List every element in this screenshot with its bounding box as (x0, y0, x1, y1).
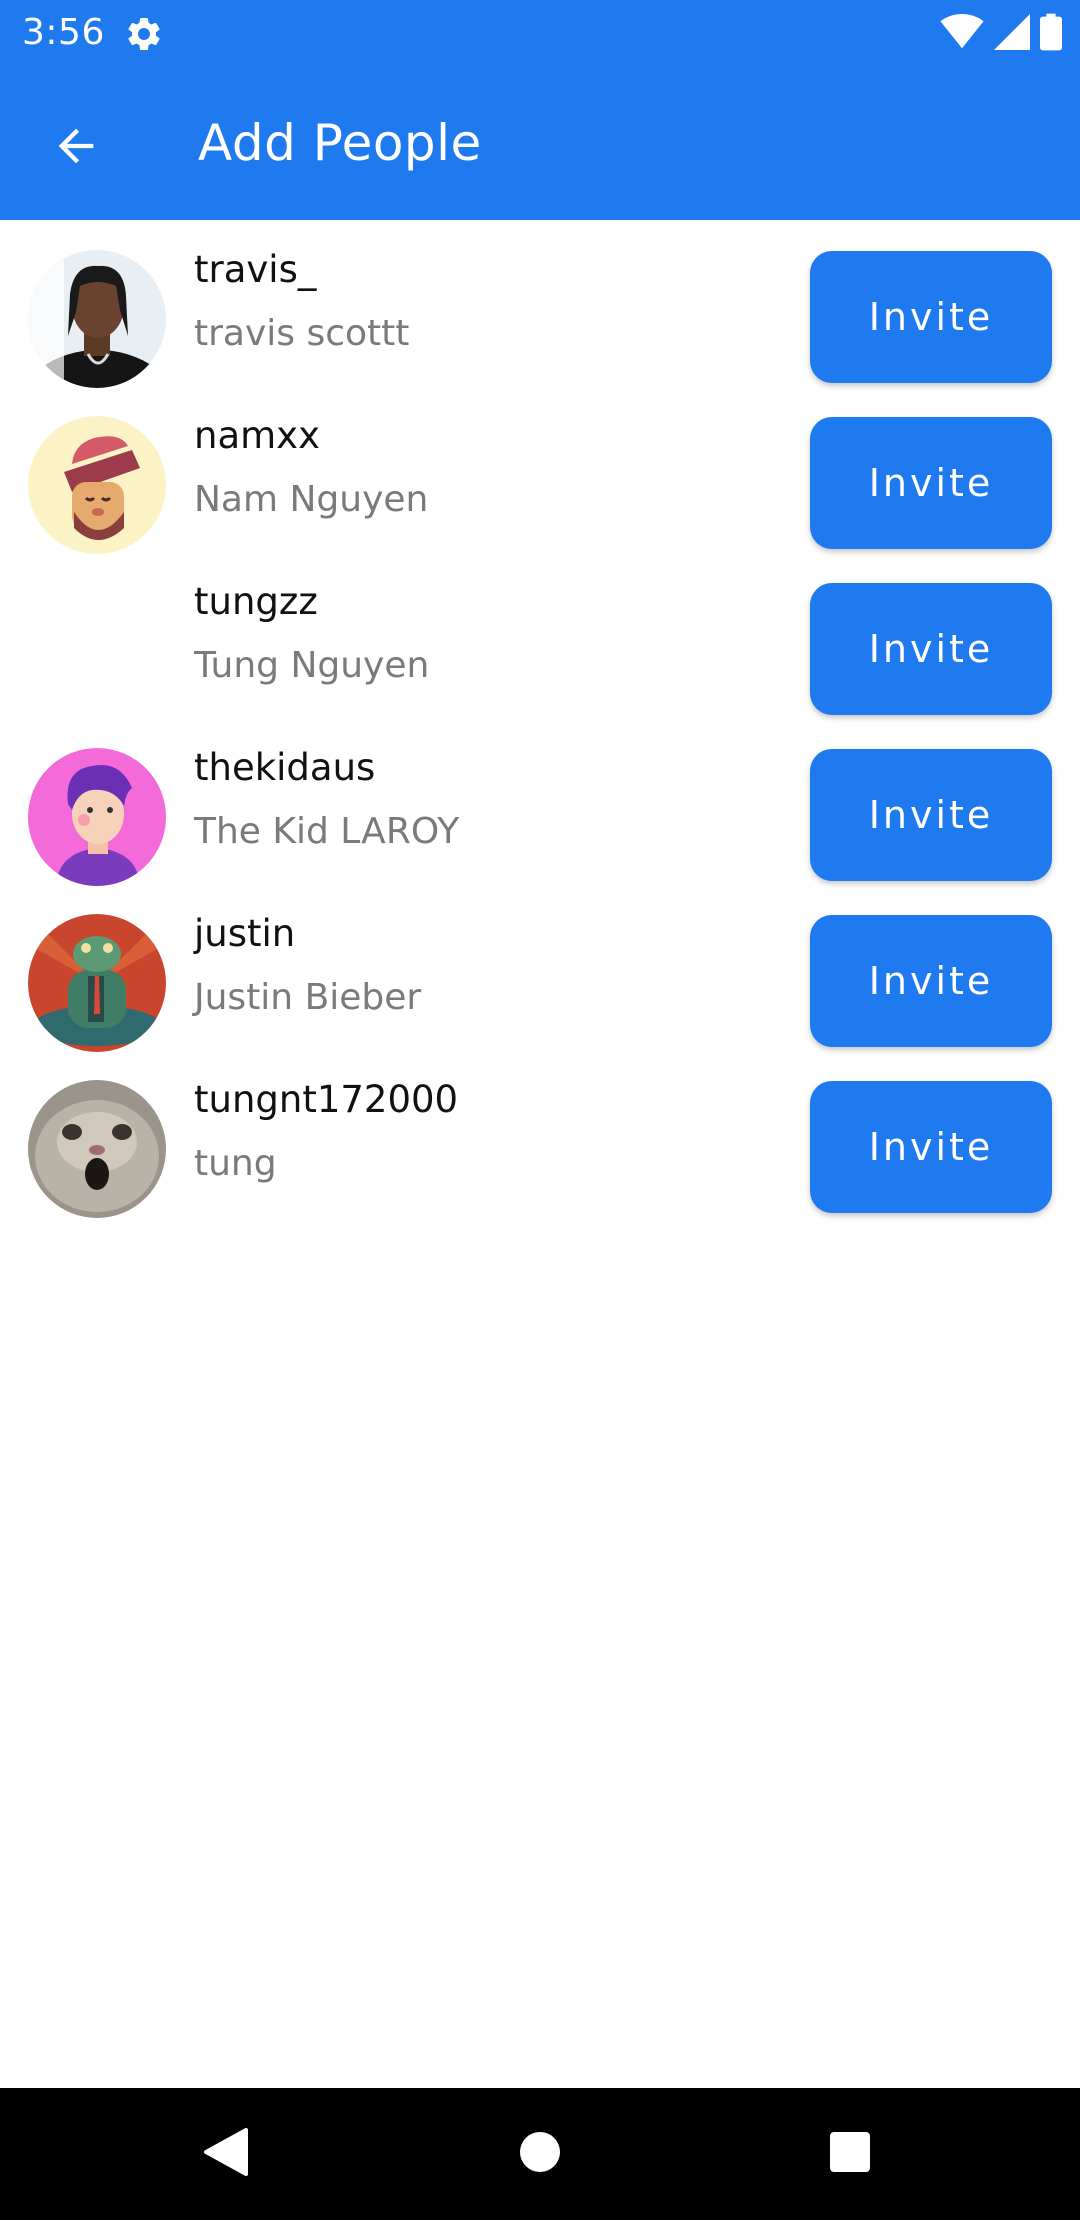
full-name: The Kid LAROY (194, 811, 460, 852)
add-people-screen: 3:56 Add People travis_ travis scottt In… (0, 0, 1080, 2220)
status-bar: 3:56 (0, 0, 1080, 66)
avatar (28, 748, 166, 886)
full-name: Nam Nguyen (194, 479, 429, 520)
gear-icon (124, 14, 164, 54)
list-item: tungzz Tung Nguyen Invite (0, 552, 1080, 718)
username: namxx (194, 414, 320, 457)
wifi-icon (940, 14, 984, 54)
back-button[interactable] (40, 112, 112, 184)
full-name: Tung Nguyen (194, 645, 430, 686)
invite-button[interactable]: Invite (810, 417, 1052, 549)
list-item: justin Justin Bieber Invite (0, 884, 1080, 1052)
system-nav-bar (0, 2088, 1080, 2220)
full-name: travis scottt (194, 313, 410, 354)
invite-button[interactable]: Invite (810, 1081, 1052, 1213)
home-circle-icon (518, 2130, 562, 2178)
list-item: thekidaus The Kid LAROY Invite (0, 718, 1080, 886)
username: justin (194, 912, 296, 955)
invite-button[interactable]: Invite (810, 251, 1052, 383)
back-triangle-icon (202, 2126, 250, 2182)
status-icons (940, 13, 1062, 55)
people-list: travis_ travis scottt Invite namxx Nam N… (0, 220, 1080, 1218)
avatar (28, 416, 166, 554)
nav-recents-button[interactable] (814, 2118, 886, 2190)
invite-button[interactable]: Invite (810, 749, 1052, 881)
list-item: travis_ travis scottt Invite (0, 220, 1080, 388)
avatar (28, 1080, 166, 1218)
username: thekidaus (194, 746, 376, 789)
arrow-left-icon (50, 120, 102, 176)
signal-icon (994, 14, 1030, 54)
avatar (28, 582, 166, 720)
nav-home-button[interactable] (504, 2118, 576, 2190)
avatar (28, 250, 166, 388)
avatar (28, 914, 166, 1052)
app-bar: Add People (0, 66, 1080, 220)
battery-icon (1040, 13, 1062, 55)
username: tungnt172000 (194, 1078, 459, 1121)
invite-button[interactable]: Invite (810, 915, 1052, 1047)
list-item: tungnt172000 tung Invite (0, 1050, 1080, 1218)
invite-button[interactable]: Invite (810, 583, 1052, 715)
recents-square-icon (828, 2130, 872, 2178)
full-name: Justin Bieber (194, 977, 422, 1018)
username: tungzz (194, 580, 318, 623)
status-time: 3:56 (22, 12, 105, 53)
page-title: Add People (198, 114, 482, 172)
full-name: tung (194, 1143, 277, 1184)
list-item: namxx Nam Nguyen Invite (0, 386, 1080, 554)
username: travis_ (194, 248, 317, 291)
nav-back-button[interactable] (190, 2118, 262, 2190)
